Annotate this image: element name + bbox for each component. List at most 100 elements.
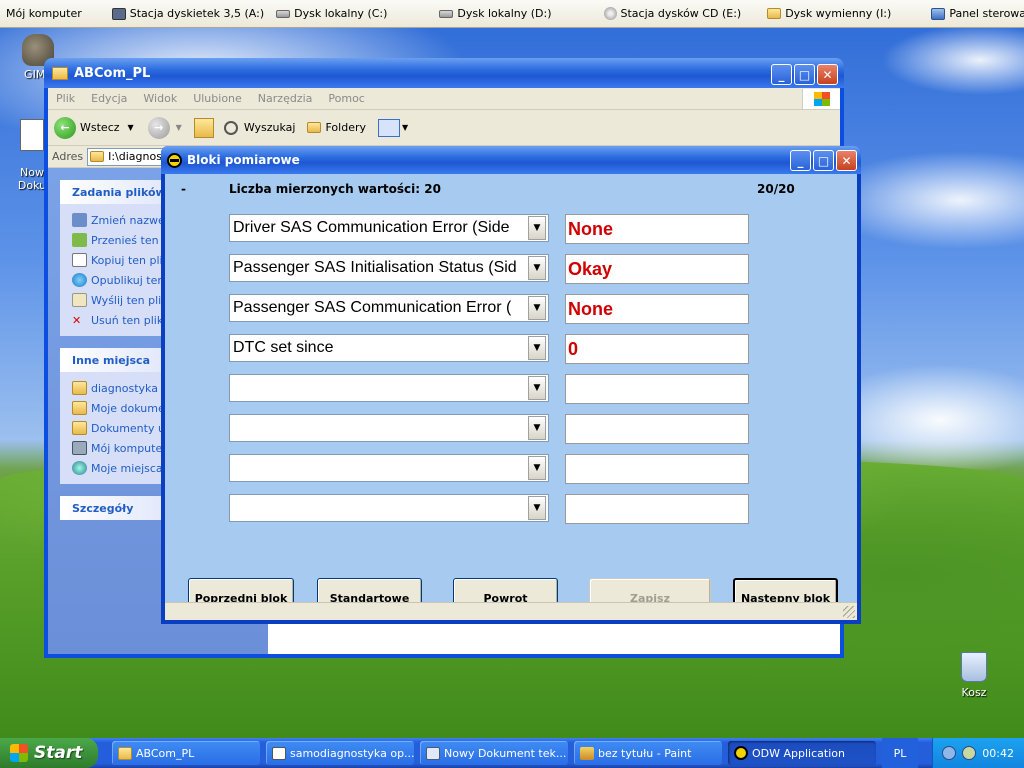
dropdown-arrow-icon[interactable]: ▼	[528, 336, 546, 360]
address-label: Adres	[52, 150, 84, 163]
place-label: Moje miejsca	[91, 461, 163, 475]
parameter-select[interactable]: ▼	[229, 374, 549, 402]
back-dropdown-icon[interactable]: ▼	[128, 123, 134, 132]
topbar-item-floppy[interactable]: Stacja dyskietek 3,5 (A:)	[106, 0, 270, 28]
close-button[interactable]: ✕	[836, 150, 857, 171]
folder-icon	[118, 746, 132, 760]
language-indicator[interactable]: PL	[882, 738, 918, 768]
parameter-value	[565, 374, 749, 404]
topbar-item-my-computer[interactable]: Mój komputer	[0, 0, 88, 28]
menu-tools[interactable]: Narzędzia	[250, 92, 321, 105]
taskbar-item-samodiagnostyka[interactable]: samodiagnostyka op...	[266, 741, 414, 765]
parameter-select[interactable]: ▼	[229, 414, 549, 442]
topbar-item-cd-e[interactable]: Stacja dysków CD (E:)	[598, 0, 748, 28]
forward-dropdown-icon[interactable]: ▼	[176, 123, 182, 132]
minimize-button[interactable]: _	[771, 64, 792, 85]
taskbar-item-label: samodiagnostyka op...	[290, 746, 414, 760]
explorer-toolbar: ← Wstecz ▼ → ▼ Wyszukaj Foldery ▼	[48, 110, 840, 146]
taskbar-item-abcom[interactable]: ABCom_PL	[112, 741, 260, 765]
header-dash: -	[181, 182, 186, 196]
forward-arrow-icon[interactable]: →	[147, 116, 170, 139]
explorer-title-bar[interactable]: ABCom_PL _ □ ✕	[44, 58, 844, 88]
folder-icon	[72, 401, 87, 415]
views-icon[interactable]	[378, 118, 400, 137]
measurement-row: Passenger SAS Initialisation Status (Sid…	[229, 254, 749, 284]
resize-grip-icon[interactable]	[843, 606, 855, 618]
paint-icon	[580, 746, 594, 760]
email-icon	[72, 293, 87, 307]
menu-help[interactable]: Pomoc	[320, 92, 372, 105]
dropdown-arrow-icon[interactable]: ▼	[528, 256, 546, 280]
start-button[interactable]: Start	[0, 738, 98, 768]
menu-view[interactable]: Widok	[135, 92, 185, 105]
back-arrow-icon[interactable]: ←	[54, 116, 76, 139]
tray-network-icon[interactable]	[942, 746, 957, 760]
search-icon[interactable]	[223, 120, 238, 135]
parameter-select[interactable]: Passenger SAS Communication Error ( ▼	[229, 294, 549, 322]
parameter-value: None	[565, 214, 749, 244]
measurement-blocks-dialog: Bloki pomiarowe _ □ ✕ - Liczba mierzonyc…	[161, 146, 861, 624]
address-input[interactable]: I:\diagnost	[87, 147, 168, 166]
folders-button-label[interactable]: Foldery	[325, 121, 366, 134]
topbar-item-drive-d[interactable]: Dysk lokalny (D:)	[433, 0, 557, 28]
dropdown-arrow-icon[interactable]: ▼	[528, 376, 546, 400]
parameter-select[interactable]: Passenger SAS Initialisation Status (Sid…	[229, 254, 549, 282]
address-value: I:\diagnost	[108, 150, 167, 163]
views-dropdown-icon[interactable]: ▼	[402, 123, 408, 132]
parameter-value	[565, 494, 749, 524]
dropdown-arrow-icon[interactable]: ▼	[528, 496, 546, 520]
floppy-icon	[111, 7, 126, 20]
tray-volume-icon[interactable]	[962, 746, 977, 760]
topbar-item-drive-c[interactable]: Dysk lokalny (C:)	[270, 0, 393, 28]
delete-icon: ✕	[72, 313, 82, 327]
text-document-icon	[20, 119, 44, 151]
maximize-button[interactable]: □	[794, 64, 815, 85]
maximize-button[interactable]: □	[813, 150, 834, 171]
parameter-select[interactable]: ▼	[229, 454, 549, 482]
topbar-label: Dysk lokalny (C:)	[294, 7, 388, 20]
dropdown-arrow-icon[interactable]: ▼	[528, 416, 546, 440]
taskbar-item-notepad[interactable]: Nowy Dokument tek...	[420, 741, 568, 765]
menu-favorites[interactable]: Ulubione	[185, 92, 250, 105]
dropdown-arrow-icon[interactable]: ▼	[528, 456, 546, 480]
dialog-body: - Liczba mierzonych wartości: 20 20/20 D…	[165, 174, 857, 620]
explorer-title: ABCom_PL	[74, 65, 151, 81]
parameter-select[interactable]: DTC set since ▼	[229, 334, 549, 362]
explorer-menu-bar: Plik Edycja Widok Ulubione Narzędzia Pom…	[48, 88, 840, 110]
search-button-label[interactable]: Wyszukaj	[244, 121, 296, 134]
measurement-row: DTC set since ▼ 0	[229, 334, 749, 364]
measurement-row: ▼	[229, 454, 749, 484]
copy-icon	[72, 253, 87, 267]
odw-app-icon	[167, 152, 182, 168]
desktop-icon-recycle-bin[interactable]: Kosz	[950, 652, 998, 699]
task-label: Zmień nazwę	[91, 213, 165, 227]
parameter-value: 0	[565, 334, 749, 364]
topbar-item-control-panel[interactable]: Panel sterowania	[925, 0, 1024, 28]
folders-icon[interactable]	[307, 122, 322, 133]
dropdown-arrow-icon[interactable]: ▼	[528, 216, 546, 240]
menu-edit[interactable]: Edycja	[83, 92, 135, 105]
block-progress: 20/20	[757, 182, 795, 196]
task-label: Kopiuj ten plik	[91, 253, 169, 267]
system-tray: 00:42	[932, 738, 1024, 768]
parameter-select[interactable]: ▼	[229, 494, 549, 522]
folder-icon	[72, 421, 87, 435]
back-button-label[interactable]: Wstecz	[80, 121, 120, 134]
dropdown-arrow-icon[interactable]: ▼	[528, 296, 546, 320]
close-button[interactable]: ✕	[817, 64, 838, 85]
taskbar-item-paint[interactable]: bez tytułu - Paint	[574, 741, 722, 765]
up-folder-icon[interactable]	[193, 117, 214, 138]
parameter-select[interactable]: Driver SAS Communication Error (Side ▼	[229, 214, 549, 242]
odw-app-icon	[734, 746, 748, 760]
menu-file[interactable]: Plik	[48, 92, 83, 105]
dialog-title-bar[interactable]: Bloki pomiarowe _ □ ✕	[161, 146, 861, 174]
topbar-label: Stacja dyskietek 3,5 (A:)	[129, 7, 265, 20]
minimize-button[interactable]: _	[790, 150, 811, 171]
parameter-name: DTC set since	[233, 339, 334, 356]
clock[interactable]: 00:42	[982, 747, 1014, 760]
parameter-name: Passenger SAS Communication Error (	[233, 299, 512, 316]
place-label: Moje dokume	[91, 401, 165, 415]
topbar-item-removable-i[interactable]: Dysk wymienny (I:)	[761, 0, 897, 28]
quick-drive-bar: Mój komputer Stacja dyskietek 3,5 (A:) D…	[0, 0, 1024, 28]
taskbar-item-odw-application[interactable]: ODW Application	[728, 741, 876, 765]
